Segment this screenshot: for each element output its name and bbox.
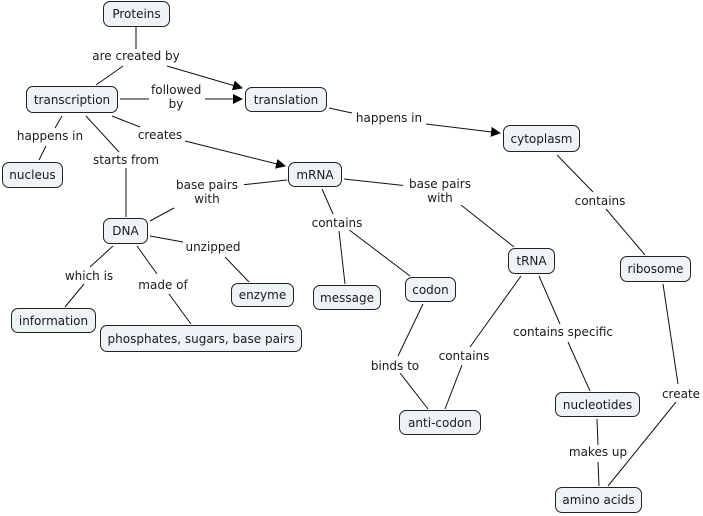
concept-map: Proteins transcription translation cytop… (0, 0, 703, 516)
line-codon-binds-to (397, 303, 424, 357)
node-trna[interactable]: tRNA (508, 248, 555, 274)
link-base-pairs-with-dna: base pairs with (170, 178, 244, 206)
line-are-created-by-transcription (95, 65, 124, 86)
line-unzipped-enzyme (224, 256, 250, 283)
link-happens-in-nucleus: happens in (14, 129, 86, 143)
node-cytoplasm[interactable]: cytoplasm (503, 125, 580, 152)
node-dna[interactable]: DNA (103, 218, 148, 244)
line-makes-up-amino-acids (597, 461, 600, 487)
node-codon[interactable]: codon (405, 277, 456, 302)
link-unzipped: unzipped (183, 240, 243, 254)
link-binds-to: binds to (368, 359, 422, 373)
line-transcription-happens-in (54, 115, 63, 129)
node-amino-acids[interactable]: amino acids (555, 487, 642, 513)
line-cytoplasm-contains (556, 154, 594, 193)
line-transcription-starts-from (85, 115, 120, 153)
link-happens-in-cytoplasm: happens in (353, 111, 425, 125)
line-dna-which-is (89, 245, 114, 268)
node-proteins[interactable]: Proteins (103, 1, 170, 27)
node-phosphates-sugars-base-pairs[interactable]: phosphates, sugars, base pairs (100, 325, 302, 352)
line-contains-ribosome (605, 208, 646, 256)
line-trna-contains-specific (538, 275, 561, 325)
link-followed-by: followed by (149, 83, 203, 111)
line-contains-specific-nucleotides (567, 341, 591, 392)
line-which-is-information (64, 283, 85, 308)
connection-lines (38, 27, 679, 487)
line-mrna-base-pairs-with (240, 179, 288, 186)
link-are-created-by: are created by (90, 49, 182, 63)
line-base-pairs-with-dna (149, 207, 175, 222)
line-binds-to-anticodon (399, 372, 429, 410)
line-transcription-creates (111, 115, 141, 128)
link-contains-ribosome: contains (572, 194, 628, 208)
line-translation-happens-in (328, 107, 353, 114)
node-nucleus[interactable]: nucleus (2, 162, 63, 188)
line-nucleotides-makes-up (596, 418, 599, 446)
arrow-happens-in-cytoplasm (425, 123, 501, 137)
node-mrna[interactable]: mRNA (288, 162, 342, 187)
link-contains-anticodon: contains (436, 349, 492, 363)
link-contains-specific: contains specific (511, 325, 615, 339)
node-message[interactable]: message (313, 285, 381, 310)
line-dna-unzipped (149, 235, 184, 243)
node-nucleotides[interactable]: nucleotides (555, 392, 640, 417)
link-creates: creates (135, 128, 185, 142)
link-which-is: which is (62, 269, 116, 283)
node-transcription[interactable]: transcription (26, 86, 118, 113)
line-contains-anticodon (444, 364, 463, 410)
link-contains-mrna: contains (309, 216, 365, 230)
line-dna-made-of (136, 245, 158, 275)
line-ribosome-create (662, 283, 679, 385)
line-mrna-contains (321, 188, 334, 215)
node-ribosome[interactable]: ribosome (620, 256, 691, 282)
node-anti-codon[interactable]: anti-codon (399, 410, 481, 435)
link-made-of: made of (136, 278, 190, 292)
line-happens-in-nucleus (38, 145, 47, 161)
node-translation[interactable]: translation (245, 87, 327, 112)
arrow-creates-mrna (184, 140, 286, 169)
link-makes-up: makes up (566, 445, 630, 459)
node-enzyme[interactable]: enzyme (231, 283, 294, 307)
line-contains-message (338, 230, 346, 285)
link-starts-from: starts from (91, 153, 161, 167)
line-contains-codon (347, 228, 411, 277)
line-base-pairs-with-trna (460, 204, 515, 248)
line-made-of-phosphates (168, 293, 192, 325)
line-mrna-base-pairs-with-2 (343, 178, 409, 187)
link-create: create (659, 387, 703, 401)
link-base-pairs-with-trna: base pairs with (403, 177, 477, 205)
node-information[interactable]: information (11, 308, 96, 333)
